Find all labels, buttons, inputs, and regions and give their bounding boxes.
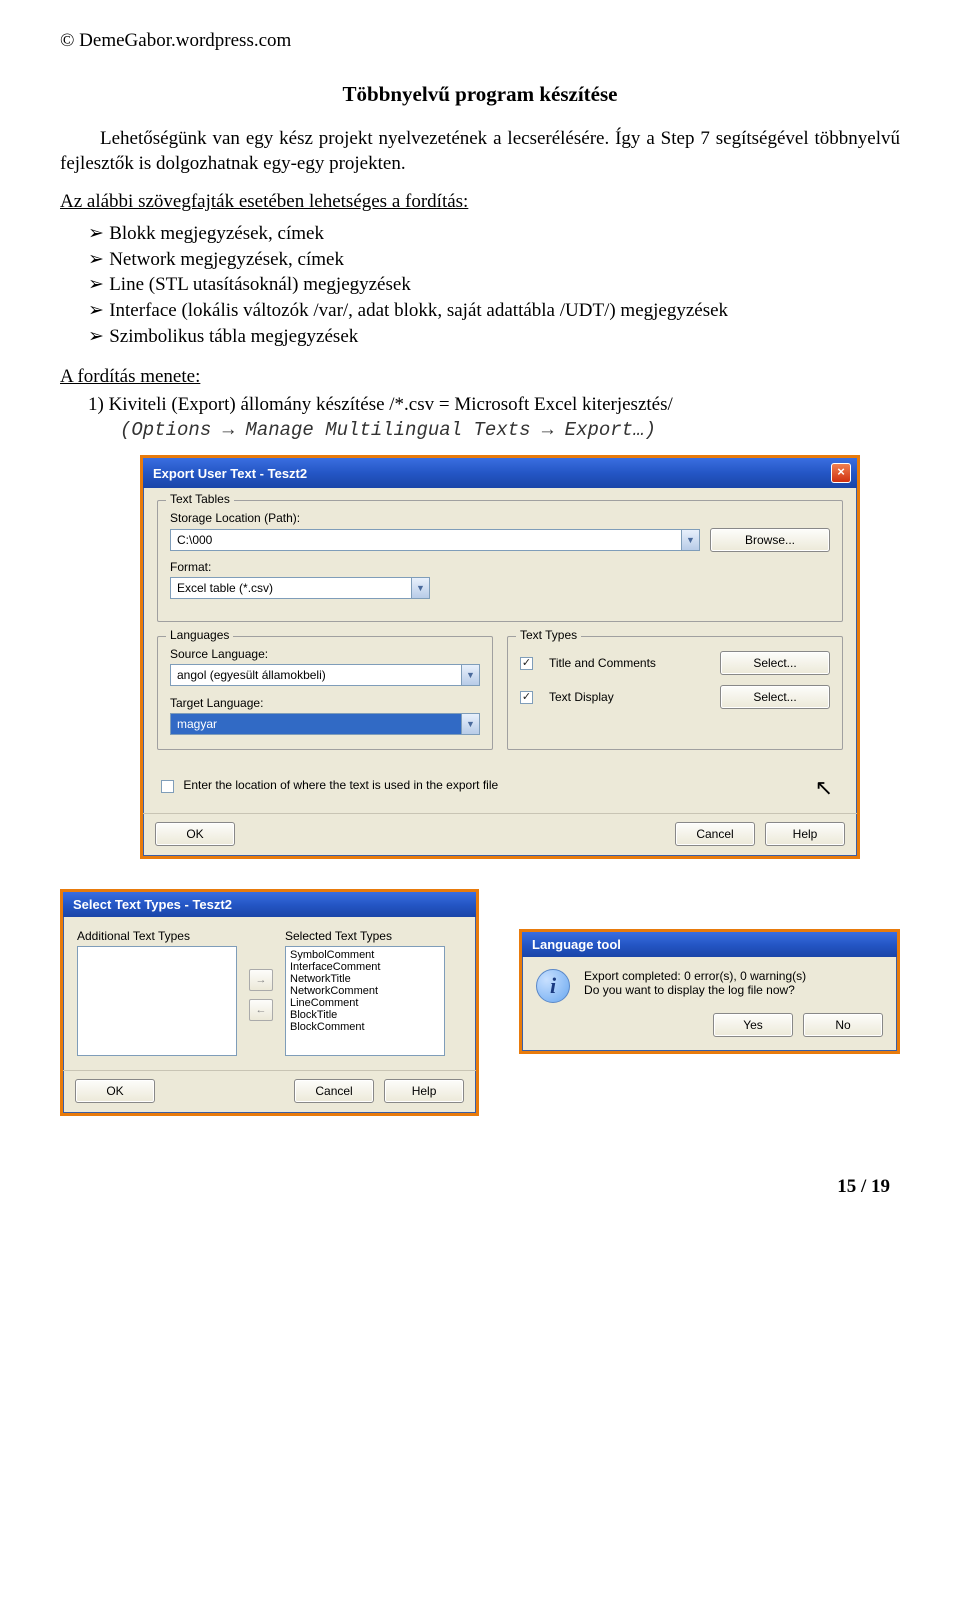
- dialog-title: Export User Text - Teszt2: [153, 466, 307, 481]
- list-item: Network megjegyzések, címek: [88, 247, 900, 273]
- chevron-down-icon[interactable]: ▼: [461, 665, 479, 685]
- export-dialog: Export User Text - Teszt2 × Text Tables …: [140, 455, 860, 858]
- dialog-title: Language tool: [532, 937, 621, 952]
- list-item[interactable]: InterfaceComment: [290, 961, 440, 973]
- list-intro: Az alábbi szövegfajták esetében lehetség…: [60, 190, 900, 215]
- group-title: Text Tables: [166, 492, 234, 506]
- message-text: Export completed: 0 error(s), 0 warning(…: [584, 969, 883, 983]
- combo-value: angol (egyesült államokbeli): [171, 665, 461, 685]
- page-header: © DemeGabor.wordpress.com: [60, 30, 900, 52]
- list-item[interactable]: BlockTitle: [290, 1009, 440, 1021]
- procedure-path: (Options → Manage Multilingual Texts → E…: [88, 418, 900, 444]
- checkbox-text-display[interactable]: ✓: [520, 691, 533, 704]
- message-text: Do you want to display the log file now?: [584, 983, 883, 997]
- list-item[interactable]: SymbolComment: [290, 949, 440, 961]
- move-right-button[interactable]: →: [249, 969, 273, 991]
- procedure-step: 1) Kiviteli (Export) állomány készítése …: [88, 392, 900, 418]
- checkbox-label: Title and Comments: [549, 657, 710, 670]
- selected-types-listbox[interactable]: SymbolComment InterfaceComment NetworkTi…: [285, 946, 445, 1056]
- field-label: Format:: [170, 560, 830, 574]
- close-icon[interactable]: ×: [831, 463, 851, 483]
- cancel-button[interactable]: Cancel: [675, 822, 755, 846]
- help-button[interactable]: Help: [384, 1079, 464, 1103]
- yes-button[interactable]: Yes: [713, 1013, 793, 1037]
- combo-value: Excel table (*.csv): [171, 578, 411, 598]
- no-button[interactable]: No: [803, 1013, 883, 1037]
- list-item[interactable]: LineComment: [290, 997, 440, 1009]
- language-tool-dialog: Language tool i Export completed: 0 erro…: [519, 929, 900, 1054]
- checkbox-label: Enter the location of where the text is …: [183, 778, 498, 792]
- select-button[interactable]: Select...: [720, 651, 830, 675]
- ok-button[interactable]: OK: [155, 822, 235, 846]
- select-button[interactable]: Select...: [720, 685, 830, 709]
- column-header: Selected Text Types: [285, 929, 445, 943]
- list-item[interactable]: NetworkTitle: [290, 973, 440, 985]
- additional-types-listbox[interactable]: [77, 946, 237, 1056]
- checkbox-label: Text Display: [549, 690, 710, 704]
- ok-button[interactable]: OK: [75, 1079, 155, 1103]
- list-item: Szimbolikus tábla megjegyzések: [88, 324, 900, 350]
- format-combo[interactable]: Excel table (*.csv) ▼: [170, 577, 430, 599]
- info-icon: i: [536, 969, 570, 1003]
- group-title: Text Types: [516, 628, 581, 642]
- chevron-down-icon[interactable]: ▼: [461, 714, 479, 734]
- combo-value: C:\000: [171, 530, 681, 550]
- dialog-title: Select Text Types - Teszt2: [73, 897, 232, 912]
- chevron-down-icon[interactable]: ▼: [681, 530, 699, 550]
- select-text-types-dialog: Select Text Types - Teszt2 Additional Te…: [60, 889, 479, 1116]
- help-button[interactable]: Help: [765, 822, 845, 846]
- list-item: Line (STL utasításoknál) megjegyzések: [88, 272, 900, 298]
- bullet-list: Blokk megjegyzések, címek Network megjeg…: [60, 221, 900, 349]
- cursor-arrow-icon: ↖: [815, 775, 833, 801]
- list-item: Interface (lokális változók /var/, adat …: [88, 298, 900, 324]
- page-number: 15 / 19: [60, 1176, 900, 1198]
- chevron-down-icon[interactable]: ▼: [411, 578, 429, 598]
- storage-path-combo[interactable]: C:\000 ▼: [170, 529, 700, 551]
- checkbox-enter-location[interactable]: [161, 780, 174, 793]
- combo-value: magyar: [171, 714, 461, 734]
- list-item[interactable]: BlockComment: [290, 1021, 440, 1033]
- list-item: Blokk megjegyzések, címek: [88, 221, 900, 247]
- list-item[interactable]: NetworkComment: [290, 985, 440, 997]
- procedure-label: A fordítás menete:: [60, 365, 900, 390]
- cancel-button[interactable]: Cancel: [294, 1079, 374, 1103]
- checkbox-title-comments[interactable]: ✓: [520, 657, 533, 670]
- intro-paragraph: Lehetőségünk van egy kész projekt nyelve…: [60, 127, 900, 176]
- browse-button[interactable]: Browse...: [710, 528, 830, 552]
- move-left-button[interactable]: ←: [249, 999, 273, 1021]
- field-label: Target Language:: [170, 696, 480, 710]
- source-language-combo[interactable]: angol (egyesült államokbeli) ▼: [170, 664, 480, 686]
- target-language-combo[interactable]: magyar ▼: [170, 713, 480, 735]
- page-title: Többnyelvű program készítése: [60, 82, 900, 107]
- group-title: Languages: [166, 628, 233, 642]
- field-label: Source Language:: [170, 647, 480, 661]
- column-header: Additional Text Types: [77, 929, 237, 943]
- field-label: Storage Location (Path):: [170, 511, 830, 525]
